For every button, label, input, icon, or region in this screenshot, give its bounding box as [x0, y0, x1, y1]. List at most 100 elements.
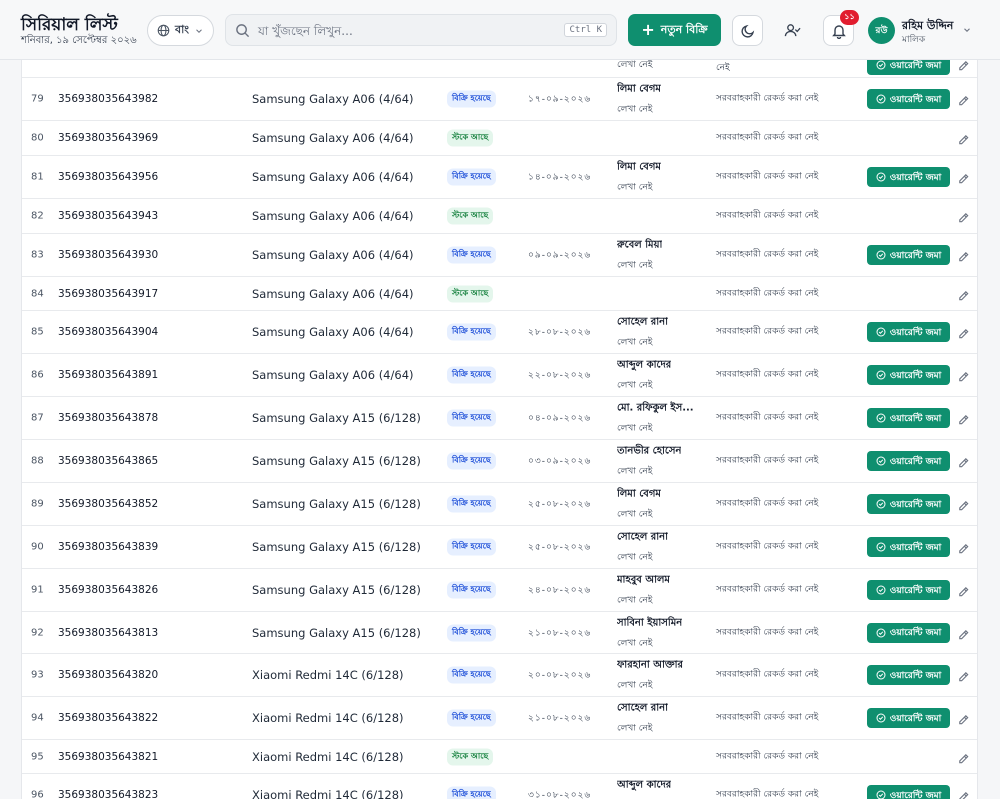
- imei-number[interactable]: 356938035643865: [58, 455, 158, 467]
- avatar[interactable]: রউ: [868, 17, 895, 44]
- edit-button[interactable]: [957, 369, 970, 382]
- edit-button[interactable]: [957, 455, 970, 468]
- edit-button[interactable]: [957, 412, 970, 425]
- customer-cell: সোহেল রানা লেখা নেই: [617, 701, 668, 736]
- edit-button[interactable]: [957, 712, 970, 725]
- imei-number[interactable]: 356938035643820: [58, 669, 158, 681]
- edit-button[interactable]: [957, 750, 970, 763]
- notification-badge: ১১: [840, 10, 859, 25]
- product-model: Xiaomi Redmi 14C (6/128): [252, 788, 404, 799]
- chevron-down-icon[interactable]: [962, 25, 972, 35]
- warranty-submit-button[interactable]: ওয়ারেন্টি জমা: [867, 622, 950, 643]
- pencil-icon: [959, 458, 969, 468]
- edit-button[interactable]: [957, 789, 970, 799]
- customer-note: লেখা নেই: [617, 182, 653, 193]
- customer-cell: রুবেল মিয়া লেখা নেই: [617, 238, 662, 273]
- edit-button[interactable]: [957, 584, 970, 597]
- language-switcher[interactable]: বাং: [147, 15, 214, 46]
- customer-note: লেখা নেই: [617, 337, 653, 348]
- imei-number[interactable]: 356938035643917: [58, 288, 158, 300]
- user-check-button[interactable]: [777, 15, 808, 46]
- row-number: 83: [31, 249, 44, 261]
- warranty-submit-button[interactable]: ওয়ারেন্টি জমা: [867, 537, 950, 557]
- customer-name[interactable]: সোহেল রানা: [617, 530, 668, 547]
- customer-name[interactable]: সোহেল রানা: [617, 315, 668, 332]
- customer-name[interactable]: সাবিনা ইয়াসমিন: [617, 615, 682, 632]
- warranty-submit-button[interactable]: ওয়ারেন্টি জমা: [867, 365, 950, 385]
- edit-button[interactable]: [957, 498, 970, 511]
- customer-name[interactable]: রুবেল মিয়া: [617, 238, 662, 255]
- warranty-button-label: ওয়ারেন্টি জমা: [889, 250, 942, 261]
- customer-cell: মাহবুব আলম লেখা নেই: [617, 573, 670, 608]
- edit-button[interactable]: [957, 93, 970, 106]
- edit-button[interactable]: [957, 210, 970, 223]
- supplier-info: সরবরাহকারী রেকর্ড করা নেই: [716, 498, 819, 509]
- edit-button[interactable]: [957, 287, 970, 300]
- imei-number[interactable]: 356938035643943: [58, 210, 158, 222]
- warranty-submit-button[interactable]: ওয়ারেন্টি জমা: [867, 494, 950, 514]
- imei-number[interactable]: 356938035643891: [58, 369, 158, 381]
- pencil-icon: [959, 174, 969, 184]
- warranty-submit-button[interactable]: ওয়ারেন্টি জমা: [867, 167, 950, 187]
- pencil-icon: [959, 96, 969, 106]
- customer-name[interactable]: লিমা বেগম: [617, 487, 661, 504]
- warranty-submit-button[interactable]: ওয়ারেন্টি জমা: [867, 245, 950, 265]
- imei-number[interactable]: 356938035643904: [58, 326, 158, 338]
- pencil-icon: [959, 213, 969, 223]
- imei-number[interactable]: 356938035643969: [58, 132, 158, 144]
- warranty-submit-button[interactable]: ওয়ারেন্টি জমা: [867, 785, 950, 799]
- imei-number[interactable]: 356938035643930: [58, 249, 158, 261]
- search-box[interactable]: যা খুঁজছেন লিখুন... Ctrl K: [225, 14, 617, 46]
- warranty-submit-button[interactable]: ওয়ারেন্টি জমা: [867, 580, 950, 600]
- customer-name[interactable]: লিমা বেগম: [617, 160, 661, 177]
- warranty-submit-button[interactable]: ওয়ারেন্টি জমা: [867, 665, 950, 685]
- imei-number[interactable]: 356938035643822: [58, 712, 158, 724]
- edit-button[interactable]: [957, 132, 970, 145]
- warranty-submit-button[interactable]: ওয়ারেন্টি জমা: [867, 322, 950, 342]
- imei-number[interactable]: 356938035643852: [58, 498, 158, 510]
- bell-icon: [831, 24, 846, 39]
- customer-name[interactable]: লিমা বেগম: [617, 82, 661, 99]
- customer-name[interactable]: ফারহানা আক্তার: [617, 658, 683, 675]
- search-icon: [236, 24, 250, 38]
- customer-note: লেখা নেই: [617, 680, 653, 691]
- warranty-submit-button[interactable]: ওয়ারেন্টি জমা: [867, 451, 950, 471]
- supplier-info: সরবরাহকারী রেকর্ড করা নেই: [716, 132, 819, 143]
- warranty-button-label: ওয়ারেন্টি জমা: [889, 542, 942, 553]
- imei-number[interactable]: 356938035643823: [58, 789, 158, 799]
- edit-button[interactable]: [957, 326, 970, 339]
- customer-name[interactable]: আব্দুল কাদের: [617, 778, 671, 795]
- pencil-icon: [959, 135, 969, 145]
- theme-toggle-button[interactable]: [732, 15, 763, 46]
- table-row: 95 356938035643821 Xiaomi Redmi 14C (6/128…: [22, 740, 977, 774]
- edit-button[interactable]: [957, 541, 970, 554]
- edit-button[interactable]: [957, 60, 970, 70]
- new-sale-button[interactable]: + নতুন বিক্রি: [628, 14, 721, 46]
- edit-button[interactable]: [957, 669, 970, 682]
- customer-name[interactable]: আব্দুল কাদের: [617, 358, 671, 375]
- imei-number[interactable]: 356938035643982: [58, 93, 158, 105]
- customer-name[interactable]: মাহবুব আলম: [617, 573, 670, 590]
- customer-cell: লিমা বেগম লেখা নেই: [617, 160, 661, 195]
- row-number: 80: [31, 132, 44, 144]
- customer-name[interactable]: তানভীর হোসেন: [617, 444, 681, 461]
- warranty-submit-button[interactable]: ওয়ারেন্টি জমা: [867, 60, 950, 75]
- row-number: 84: [31, 288, 44, 299]
- warranty-submit-button[interactable]: ওয়ারেন্টি জমা: [867, 708, 950, 728]
- edit-button[interactable]: [957, 249, 970, 262]
- customer-name[interactable]: মো. রফিকুল ইস...: [617, 401, 694, 418]
- customer-note: লেখা নেই: [617, 723, 653, 734]
- supplier-info: নেই: [716, 63, 730, 73]
- imei-number[interactable]: 356938035643839: [58, 541, 158, 553]
- imei-number[interactable]: 356938035643813: [58, 627, 158, 639]
- edit-button[interactable]: [957, 626, 970, 639]
- row-number: 79: [31, 93, 44, 105]
- warranty-submit-button[interactable]: ওয়ারেন্টি জমা: [867, 408, 950, 428]
- imei-number[interactable]: 356938035643826: [58, 584, 158, 596]
- imei-number[interactable]: 356938035643821: [58, 751, 158, 763]
- customer-name[interactable]: সোহেল রানা: [617, 701, 668, 718]
- imei-number[interactable]: 356938035643956: [58, 171, 158, 183]
- edit-button[interactable]: [957, 171, 970, 184]
- warranty-submit-button[interactable]: ওয়ারেন্টি জমা: [867, 89, 950, 109]
- imei-number[interactable]: 356938035643878: [58, 412, 158, 424]
